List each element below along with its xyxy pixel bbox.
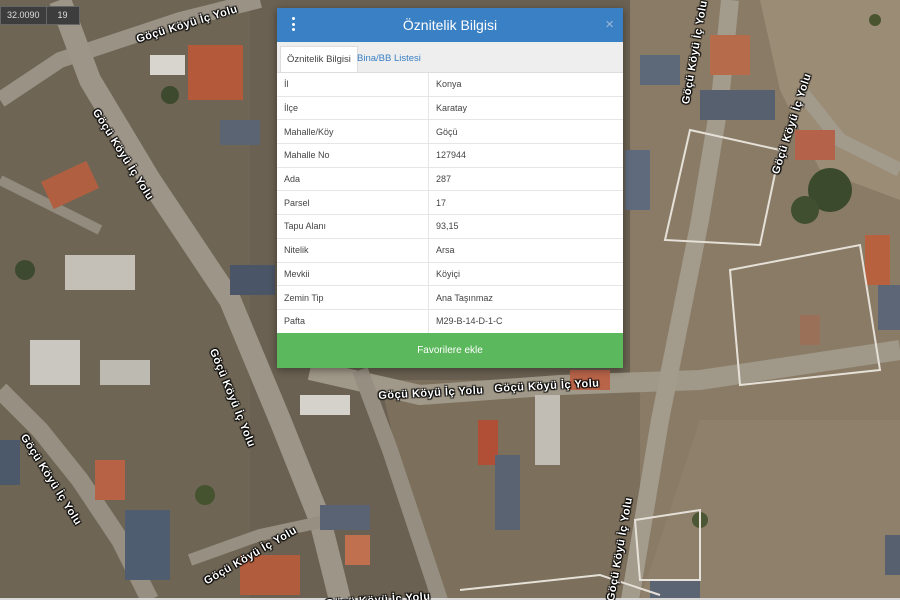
tab-attribute-info[interactable]: Öznitelik Bilgisi <box>280 46 358 72</box>
attribute-value: Göçü <box>428 119 623 145</box>
attribute-value: 93,15 <box>428 214 623 239</box>
attribute-table: İl Konya İlçe Karatay Mahalle/Köy Göçü Maha… <box>277 73 623 334</box>
dialog-title: Öznitelik Bilgisi <box>402 17 498 33</box>
attribute-value: 127944 <box>428 143 623 168</box>
coordinate-value: 32.0090 <box>1 7 47 24</box>
attribute-value: Konya <box>428 73 623 97</box>
coordinate-readout: 32.0090 19 <box>0 6 80 25</box>
attribute-value: Karatay <box>428 96 623 121</box>
tab-building-list[interactable]: Bina/BB Listesi <box>351 46 427 72</box>
attribute-key: İlçe <box>277 96 429 121</box>
close-icon[interactable]: × <box>605 16 614 33</box>
attribute-key: Tapu Alanı <box>277 214 429 239</box>
table-row: Nitelik Arsa <box>277 238 623 263</box>
add-to-favorites-button[interactable]: Favorilere ekle <box>277 333 623 368</box>
attribute-value: Köyiçi <box>428 262 623 287</box>
attribute-key: Mahalle No <box>277 143 429 168</box>
attribute-key: Zemin Tip <box>277 285 429 310</box>
table-row: İl Konya <box>277 73 623 97</box>
attribute-info-dialog: Öznitelik Bilgisi × Öznitelik Bilgisi Bi… <box>277 8 623 368</box>
attribute-key: Nitelik <box>277 238 429 263</box>
attribute-key: Mahalle/Köy <box>277 119 429 145</box>
table-row: Tapu Alanı 93,15 <box>277 214 623 239</box>
attribute-value: Arsa <box>428 238 623 263</box>
attribute-value: 17 <box>428 190 623 216</box>
table-row: İlçe Karatay <box>277 96 623 121</box>
attribute-value: M29-B-14-D-1-C <box>428 309 623 334</box>
dialog-tabs: Öznitelik Bilgisi Bina/BB Listesi <box>277 42 623 73</box>
attribute-key: Ada <box>277 167 429 192</box>
zoom-value: 19 <box>57 10 68 20</box>
attribute-key: Pafta <box>277 309 429 334</box>
table-row: Parsel 17 <box>277 190 623 216</box>
table-row: Mevkii Köyiçi <box>277 262 623 287</box>
attribute-key: İl <box>277 73 429 97</box>
attribute-key: Mevkii <box>277 262 429 287</box>
attribute-value: 287 <box>428 167 623 192</box>
table-row: Mahalle No 127944 <box>277 143 623 168</box>
dialog-header: Öznitelik Bilgisi × <box>277 8 623 42</box>
table-row: Pafta M29-B-14-D-1-C <box>277 309 623 334</box>
table-row: Mahalle/Köy Göçü <box>277 119 623 145</box>
table-row: Zemin Tip Ana Taşınmaz <box>277 285 623 310</box>
table-row: Ada 287 <box>277 167 623 192</box>
attribute-key: Parsel <box>277 190 429 216</box>
attribute-value: Ana Taşınmaz <box>428 285 623 310</box>
